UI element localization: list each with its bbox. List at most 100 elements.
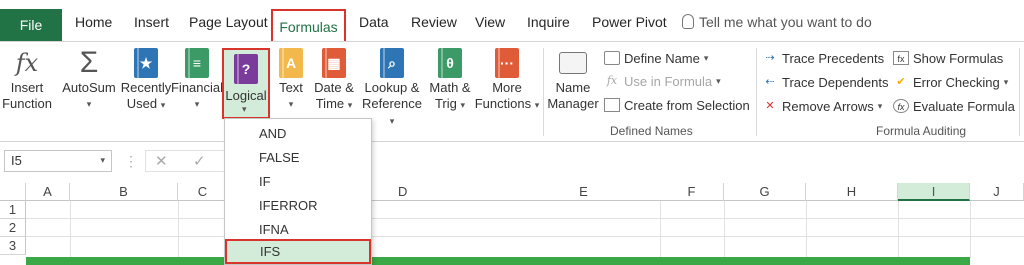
define-name-label: Define Name [624,50,700,66]
chevron-down-icon: ▾ [242,104,247,114]
more-label-2: Functions ▾ [474,96,540,111]
col-line [806,201,807,258]
formulas-ribbon: fx Insert Function Σ AutoSum ▾ ★ Recentl… [0,41,1024,142]
col-line [70,201,71,258]
show-formulas-icon: fx [893,51,909,65]
error-checking-icon: ✔ [896,76,906,88]
question-book-icon: ? [234,54,258,84]
insert-function-button[interactable]: fx Insert Function [2,46,52,112]
financial-button[interactable]: ≡ Financial ▾ [170,46,224,112]
cancel-icon[interactable]: ✕ [155,152,168,170]
row-header-2[interactable]: 2 [0,219,26,237]
column-header-j[interactable]: J [970,183,1024,201]
remove-arrows-icon: ✕ [765,100,775,112]
col-line [970,201,971,258]
date-time-label-2: Time ▾ [315,96,353,111]
insert-function-label-2: Function [2,96,52,111]
defined-names-group-label: Defined Names [610,124,693,138]
text-button[interactable]: A Text ▾ [276,46,306,112]
fx-small-icon: fx [606,74,618,87]
menu-item-false[interactable]: FALSE [226,145,370,169]
financial-label: Financial [170,80,224,95]
remove-arrows-button[interactable]: ✕ Remove Arrows ▾ [762,96,882,116]
menu-item-ifna[interactable]: IFNA [226,217,370,241]
name-manager-label-1: Name [555,80,591,95]
row-header-3[interactable]: 3 [0,237,26,255]
date-time-button[interactable]: ▦ Date & Time ▾ [311,46,357,113]
text-book-icon: A [279,48,303,78]
lightbulb-icon [682,14,694,29]
logical-button[interactable]: ? Logical ▾ [222,48,270,119]
worksheet-grid[interactable]: A B C D E F G H I J 1 2 3 [0,183,1024,265]
math-trig-button[interactable]: θ Math & Trig ▾ [427,46,473,113]
autosum-label: AutoSum [62,80,116,95]
remove-arrows-label: Remove Arrows [782,98,874,114]
column-header-f[interactable]: F [660,183,724,201]
evaluate-formula-label: Evaluate Formula [913,98,1015,114]
create-from-selection-button[interactable]: Create from Selection [604,95,750,115]
tell-me-search[interactable]: Tell me what you want to do [682,14,872,30]
enter-icon[interactable]: ✓ [193,152,206,170]
chevron-down-icon: ▾ [86,99,92,109]
use-in-formula-button[interactable]: fx Use in Formula ▾ [604,71,721,91]
tab-data[interactable]: Data [359,14,389,30]
col-line [898,201,899,258]
tab-formulas[interactable]: Formulas [271,9,346,42]
trace-precedents-button[interactable]: ⇢ Trace Precedents [762,48,884,68]
trace-precedents-icon: ⇢ [765,52,775,64]
tab-page-layout[interactable]: Page Layout [189,14,268,30]
column-header-a[interactable]: A [26,183,70,201]
select-all-corner[interactable] [0,183,26,201]
math-label-1: Math & [429,80,471,95]
tab-home[interactable]: Home [75,14,112,30]
column-header-h[interactable]: H [806,183,898,201]
evaluate-formula-button[interactable]: fx Evaluate Formula [893,96,1015,116]
highlighted-row-band [26,257,970,265]
magnifier-book-icon: ⌕ [380,48,404,78]
row-header-1[interactable]: 1 [0,201,26,219]
recently-used-button[interactable]: ★ Recently Used ▾ [120,46,172,113]
star-book-icon: ★ [134,48,158,78]
name-manager-label-2: Manager [547,96,599,111]
trace-dependents-button[interactable]: ⇠ Trace Dependents [762,72,888,92]
use-in-formula-label: Use in Formula [624,73,713,89]
menu-item-if[interactable]: IF [226,169,370,193]
tab-inquire[interactable]: Inquire [527,14,570,30]
table-icon [604,98,620,112]
show-formulas-button[interactable]: fx Show Formulas [893,48,1003,68]
lookup-reference-button[interactable]: ⌕ Lookup & Reference ▾ [359,46,425,129]
show-formulas-label: Show Formulas [913,50,1004,66]
column-header-b[interactable]: B [70,183,178,201]
tab-file[interactable]: File [0,9,62,41]
column-header-c[interactable]: C [178,183,228,201]
tell-me-text: Tell me what you want to do [699,14,872,30]
column-header-g[interactable]: G [724,183,806,201]
menu-item-iferror[interactable]: IFERROR [226,193,370,217]
name-manager-button[interactable]: Name Manager [547,46,599,112]
tab-view[interactable]: View [475,14,505,30]
formula-bar: I5 ▾ ⋮ ✕ ✓ [0,143,1024,179]
chevron-down-icon: ▾ [194,99,200,109]
logical-label: Logical [225,88,267,103]
more-functions-button[interactable]: ··· More Functions ▾ [474,46,540,113]
column-header-i[interactable]: I [898,183,970,201]
trace-dependents-icon: ⇠ [765,76,775,88]
name-box[interactable]: I5 ▾ [4,150,112,172]
menu-item-ifs[interactable]: IFS [225,239,371,264]
autosum-button[interactable]: Σ AutoSum ▾ [62,46,116,112]
ribbon-tab-bar: File Home Insert Page Layout Formulas Da… [0,0,1024,42]
group-divider [756,48,757,136]
create-from-selection-label: Create from Selection [624,97,750,113]
col-line [724,201,725,258]
tab-review[interactable]: Review [411,14,457,30]
tab-insert[interactable]: Insert [134,14,169,30]
row-line [26,218,1024,219]
define-name-button[interactable]: Define Name ▾ [604,48,708,68]
chevron-down-icon: ▾ [1003,76,1009,87]
tab-power-pivot[interactable]: Power Pivot [592,14,667,30]
chevron-down-icon: ▾ [716,75,721,86]
menu-item-and[interactable]: AND [226,121,370,145]
error-checking-button[interactable]: ✔ Error Checking ▾ [893,72,1008,92]
dots-book-icon: ··· [495,48,519,78]
more-options-icon[interactable]: ⋮ [124,153,138,170]
